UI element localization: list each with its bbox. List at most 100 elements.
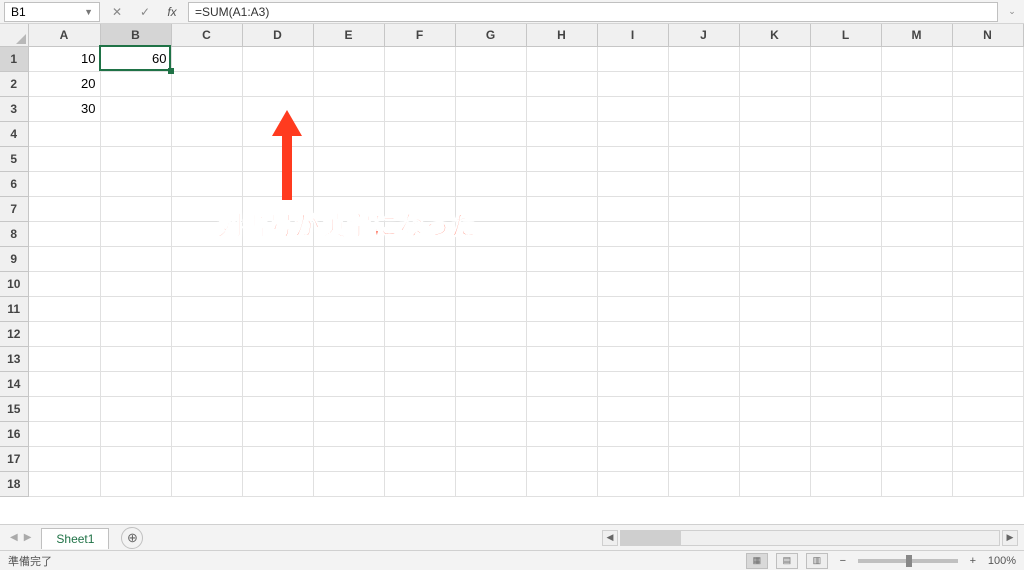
cell[interactable]	[597, 96, 668, 121]
cell[interactable]	[810, 396, 881, 421]
cell[interactable]	[668, 346, 739, 371]
cell[interactable]	[171, 146, 242, 171]
cell[interactable]	[455, 421, 526, 446]
cell[interactable]	[455, 121, 526, 146]
cell[interactable]	[597, 46, 668, 71]
cell[interactable]	[526, 196, 597, 221]
cell[interactable]	[455, 96, 526, 121]
cell[interactable]	[242, 371, 313, 396]
horizontal-scrollbar[interactable]	[620, 530, 1000, 546]
cell[interactable]	[242, 346, 313, 371]
cell[interactable]	[597, 271, 668, 296]
cell[interactable]	[668, 271, 739, 296]
cell[interactable]	[810, 346, 881, 371]
cell[interactable]	[455, 371, 526, 396]
cell[interactable]	[952, 96, 1023, 121]
cell[interactable]	[739, 296, 810, 321]
cell[interactable]	[28, 271, 100, 296]
cell[interactable]	[668, 196, 739, 221]
cell[interactable]	[597, 396, 668, 421]
row-header[interactable]: 1	[0, 46, 28, 71]
cell[interactable]	[526, 146, 597, 171]
chevron-down-icon[interactable]: ▼	[84, 7, 93, 17]
first-sheet-icon[interactable]: ◀	[8, 530, 20, 545]
cell[interactable]	[597, 221, 668, 246]
cell[interactable]	[739, 471, 810, 496]
cell[interactable]	[739, 321, 810, 346]
cell[interactable]	[739, 271, 810, 296]
cell[interactable]	[526, 346, 597, 371]
column-header[interactable]: K	[739, 24, 810, 46]
cell[interactable]	[455, 271, 526, 296]
cell[interactable]	[597, 421, 668, 446]
cell[interactable]	[881, 96, 952, 121]
cell[interactable]	[28, 471, 100, 496]
cell[interactable]	[526, 296, 597, 321]
cell[interactable]	[28, 396, 100, 421]
name-box[interactable]: B1 ▼	[4, 2, 100, 22]
cell[interactable]	[100, 196, 171, 221]
cell[interactable]	[881, 196, 952, 221]
row-header[interactable]: 11	[0, 296, 28, 321]
cancel-formula-button[interactable]: ✕	[106, 2, 128, 22]
cell[interactable]	[881, 221, 952, 246]
normal-view-button[interactable]: ▦	[746, 553, 768, 569]
cell[interactable]	[952, 396, 1023, 421]
cell[interactable]	[952, 346, 1023, 371]
cell[interactable]	[668, 321, 739, 346]
cell[interactable]	[171, 321, 242, 346]
cell[interactable]	[100, 321, 171, 346]
cell[interactable]	[384, 46, 455, 71]
page-break-view-button[interactable]: ▥	[806, 553, 828, 569]
row-header[interactable]: 7	[0, 196, 28, 221]
cell[interactable]	[668, 96, 739, 121]
cell[interactable]	[384, 421, 455, 446]
cell[interactable]	[952, 271, 1023, 296]
cell[interactable]	[810, 296, 881, 321]
cell[interactable]	[100, 246, 171, 271]
cell[interactable]	[384, 321, 455, 346]
cell[interactable]	[100, 221, 171, 246]
cell[interactable]	[384, 446, 455, 471]
column-header[interactable]: L	[810, 24, 881, 46]
cell[interactable]	[739, 196, 810, 221]
cell[interactable]	[100, 446, 171, 471]
cell[interactable]	[313, 396, 384, 421]
cell[interactable]	[455, 471, 526, 496]
cell[interactable]	[881, 71, 952, 96]
cell[interactable]	[881, 296, 952, 321]
scroll-right-icon[interactable]: ▶	[1002, 530, 1018, 546]
cell[interactable]	[242, 46, 313, 71]
row-header[interactable]: 17	[0, 446, 28, 471]
cell[interactable]	[597, 171, 668, 196]
cell[interactable]	[668, 171, 739, 196]
cell[interactable]	[739, 46, 810, 71]
cell[interactable]	[384, 71, 455, 96]
cell[interactable]	[384, 171, 455, 196]
expand-formula-bar-icon[interactable]: ⌄	[1004, 6, 1020, 17]
cell[interactable]	[28, 446, 100, 471]
cell[interactable]	[171, 421, 242, 446]
cell[interactable]	[100, 421, 171, 446]
cell[interactable]	[455, 396, 526, 421]
cell[interactable]	[384, 96, 455, 121]
cell[interactable]	[668, 71, 739, 96]
cell[interactable]	[28, 146, 100, 171]
cell[interactable]: 20	[28, 71, 100, 96]
cell[interactable]	[810, 196, 881, 221]
row-header[interactable]: 18	[0, 471, 28, 496]
cell[interactable]	[952, 421, 1023, 446]
cell[interactable]	[952, 296, 1023, 321]
column-header[interactable]: D	[242, 24, 313, 46]
cell[interactable]	[881, 146, 952, 171]
row-header[interactable]: 16	[0, 421, 28, 446]
add-sheet-button[interactable]: ⊕	[121, 527, 143, 549]
cell[interactable]	[28, 221, 100, 246]
cell[interactable]	[739, 346, 810, 371]
cell[interactable]	[597, 446, 668, 471]
cell[interactable]	[28, 121, 100, 146]
column-header[interactable]: N	[952, 24, 1023, 46]
cell[interactable]	[597, 121, 668, 146]
cell[interactable]	[597, 196, 668, 221]
worksheet-grid[interactable]: ABCDEFGHIJKLMN11060220330456789101112131…	[0, 24, 1024, 522]
